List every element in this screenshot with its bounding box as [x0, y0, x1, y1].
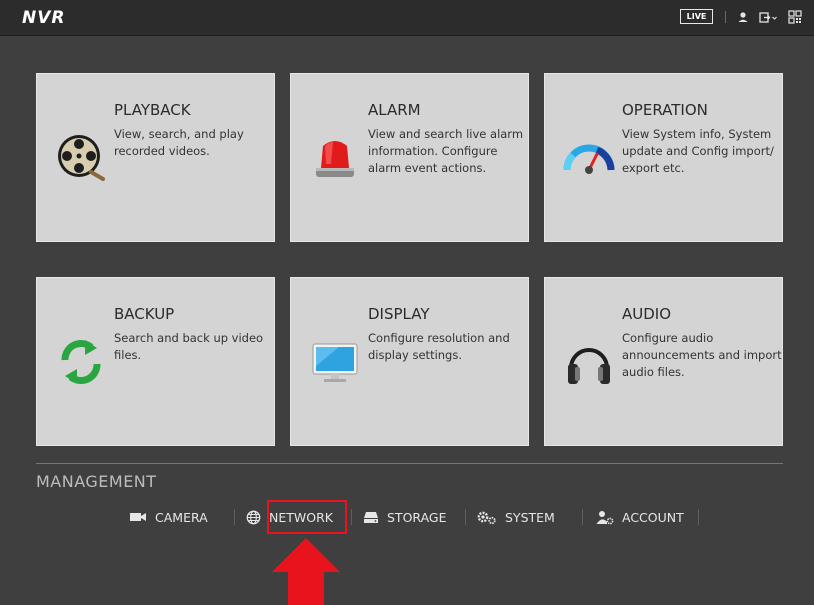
- user-icon[interactable]: [735, 9, 751, 25]
- alarm-siren-icon: [316, 141, 354, 177]
- globe-icon: [246, 510, 261, 524]
- live-button[interactable]: LIVE: [680, 9, 713, 24]
- card-alarm[interactable]: ALARM View and search live alarm informa…: [290, 73, 529, 242]
- qr-code-icon[interactable]: [787, 9, 803, 25]
- card-title: OPERATION: [622, 101, 708, 119]
- management-item-label: STORAGE: [387, 509, 447, 525]
- card-display[interactable]: DISPLAY Configure resolution and display…: [290, 277, 529, 446]
- network-highlight-box: [267, 500, 347, 534]
- gauge-icon: [563, 144, 615, 174]
- management-divider-tick: [582, 509, 583, 525]
- hard-drive-icon: [364, 511, 378, 523]
- management-divider-tick: [465, 509, 466, 525]
- card-audio[interactable]: AUDIO Configure audio announcements and …: [544, 277, 783, 446]
- card-title: BACKUP: [114, 305, 175, 323]
- management-item-label: SYSTEM: [505, 509, 555, 525]
- top-bar: NVR LIVE: [0, 0, 814, 36]
- card-description: View and search live alarm information. …: [368, 127, 524, 175]
- nvr-logo: NVR: [22, 8, 66, 28]
- logout-icon[interactable]: [757, 9, 779, 25]
- management-divider-tick: [698, 509, 699, 525]
- management-divider-tick: [351, 509, 352, 525]
- management-divider: [36, 463, 783, 464]
- account-gear-icon: [596, 510, 614, 524]
- management-item-storage[interactable]: STORAGE: [363, 508, 447, 526]
- management-item-label: ACCOUNT: [622, 509, 684, 525]
- card-title: AUDIO: [622, 305, 672, 323]
- management-item-account[interactable]: ACCOUNT: [596, 508, 684, 526]
- card-title: DISPLAY: [368, 305, 430, 323]
- management-divider-tick: [234, 509, 235, 525]
- card-description: Search and back up video files.: [114, 331, 264, 362]
- card-title: ALARM: [368, 101, 421, 119]
- gears-icon: [477, 511, 496, 524]
- monitor-icon: [312, 343, 358, 382]
- card-description: View, search, and play recorded videos.: [114, 127, 244, 158]
- management-item-system[interactable]: SYSTEM: [476, 508, 555, 526]
- card-description: Configure audio announcements and import…: [622, 331, 782, 379]
- refresh-icon: [61, 340, 101, 384]
- management-item-camera[interactable]: CAMERA: [130, 508, 208, 526]
- management-title: MANAGEMENT: [36, 472, 157, 491]
- film-reel-icon: [58, 135, 105, 181]
- card-title: PLAYBACK: [114, 101, 191, 119]
- management-item-label: CAMERA: [155, 509, 208, 525]
- card-description: Configure resolution and display setting…: [368, 331, 510, 362]
- camera-icon: [130, 513, 146, 521]
- card-playback[interactable]: PLAYBACK View, search, and play recorded…: [36, 73, 275, 242]
- card-description: View System info, System update and Conf…: [622, 127, 774, 175]
- card-operation[interactable]: OPERATION View System info, System updat…: [544, 73, 783, 242]
- headphones-icon: [568, 348, 610, 384]
- up-arrow-icon: [272, 538, 340, 605]
- topbar-divider: [725, 11, 726, 23]
- card-backup[interactable]: BACKUP Search and back up video files.: [36, 277, 275, 446]
